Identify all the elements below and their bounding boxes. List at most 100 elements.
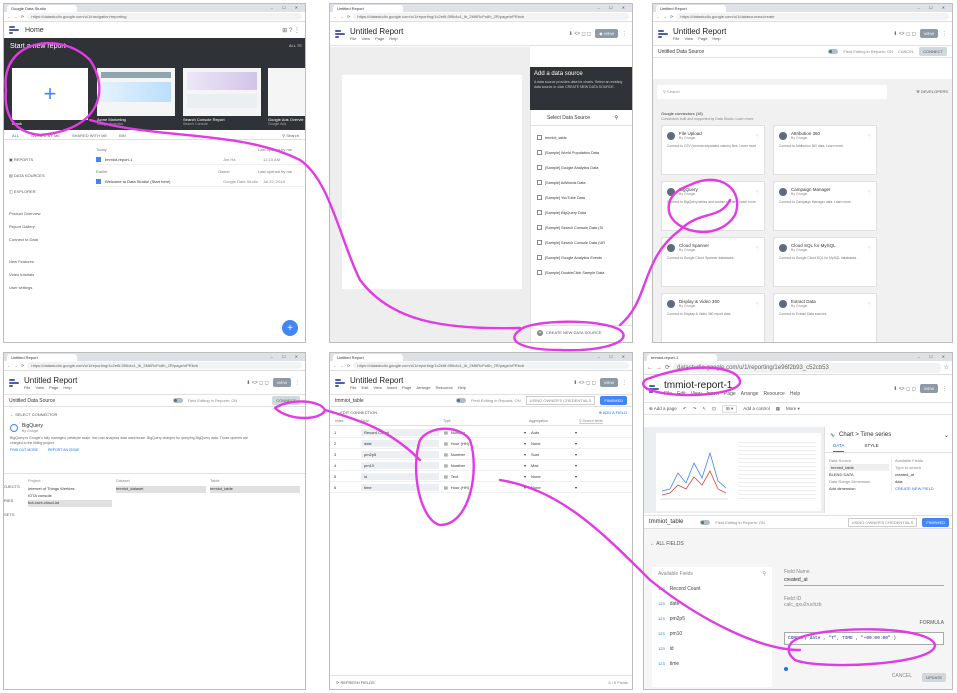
field-type[interactable]: ▤ Hour (HH) ▾ [444, 441, 526, 446]
more-vert-icon[interactable]: ⋮ [755, 133, 759, 138]
table-row[interactable]: 5 id ▤ Text ▾ None ▾ [330, 472, 632, 482]
url-field[interactable]: https://datastudio.google.com/u/1/naviga… [27, 13, 302, 20]
connector-card[interactable]: Cloud SQL for MySQL By Google ⋮ Connect to … [773, 237, 877, 287]
data-source-title[interactable]: tmmiot_table [649, 519, 683, 525]
nav-item-data-sources[interactable]: ▤ DATA SOURCES [9, 173, 89, 189]
forward-icon[interactable]: → [14, 363, 18, 368]
more-vert-icon[interactable]: ⋮ [867, 189, 871, 194]
menu-item[interactable]: File [664, 391, 672, 397]
data-source-chip[interactable]: tmmiot_table [829, 464, 889, 471]
zoom-icon[interactable]: ⊡ [712, 406, 716, 412]
list-item[interactable]: date [895, 478, 952, 485]
list-item[interactable]: 123 pm2p5 [652, 611, 772, 626]
list-item[interactable]: created_at [895, 471, 952, 478]
list-item[interactable]: IOTA console [28, 493, 112, 500]
list-item[interactable]: 123 pm10 [652, 626, 772, 641]
nav-item-features[interactable]: New Features [9, 259, 89, 272]
list-item[interactable]: [Sample] BigQuery Data [537, 205, 628, 220]
more-vert-icon[interactable]: ⋮ [755, 189, 759, 194]
tab-bin[interactable]: BIN [119, 133, 126, 138]
blend-data-button[interactable]: BLEND DATA [829, 471, 889, 478]
report-title[interactable]: Untitled Report [350, 376, 466, 385]
nav-item-gallery[interactable]: Report Gallery [9, 224, 89, 237]
window-controls[interactable]: – ☐ ✕ [918, 5, 949, 10]
window-controls[interactable]: – ☐ ✕ [271, 5, 302, 10]
view-button[interactable]: ◉ VIEW [595, 29, 618, 38]
window-controls[interactable]: – ☐ ✕ [598, 354, 629, 359]
field-aggregation[interactable]: None ▾ [531, 485, 577, 490]
browser-tab[interactable]: tmmiot-report-1 [647, 354, 717, 361]
forward-icon[interactable]: → [340, 363, 344, 368]
field-type[interactable]: ▤ Number ▾ [444, 452, 526, 457]
toolbar-icons[interactable]: ⬇ <> ◻ ◻ [569, 31, 592, 37]
forward-icon[interactable]: → [656, 365, 662, 371]
field-name[interactable]: pm10 [361, 462, 439, 469]
field-aggregation[interactable]: Max ▾ [531, 463, 577, 468]
formula-input[interactable]: CONCAT( date , "T", TIME , "+00:00:00" ) [784, 632, 944, 645]
reload-icon[interactable]: ⟳ [21, 363, 24, 368]
table-row[interactable]: 6 time ▤ Hour (HH) ▾ None ▾ [330, 483, 632, 493]
nav-item-settings[interactable]: User settings [9, 285, 89, 298]
list-item[interactable]: 123 date [652, 596, 772, 611]
menu-page[interactable]: Page [49, 385, 58, 390]
menu-help[interactable]: Help [389, 36, 397, 41]
header-icons[interactable]: ⊞ ? ⋮ [282, 27, 300, 34]
menu-item[interactable]: Edit [361, 385, 368, 390]
url-field[interactable]: https://datastudio.google.com/u/1/report… [27, 362, 302, 369]
menu-view[interactable]: View [684, 36, 693, 41]
menu-item[interactable]: Page [724, 391, 736, 397]
menu-file[interactable]: File [350, 36, 356, 41]
field-type[interactable]: ▤ Hour (HH) ▾ [444, 485, 526, 490]
view-button[interactable]: VIEW [919, 384, 938, 393]
reload-icon[interactable]: ⟳ [670, 14, 673, 19]
add-dimension-button[interactable]: Add dimension [829, 485, 889, 492]
connector-search-input[interactable]: ⚲ Search [657, 85, 887, 99]
toolbar-icons[interactable]: ⬇ <> ◻ ◻ [893, 386, 916, 392]
menu-item[interactable]: Arrange [741, 391, 759, 397]
list-item[interactable]: [Sample] AdWords Data [537, 175, 628, 190]
add-page-button[interactable]: ⊕ Add a page [649, 406, 677, 412]
report-title[interactable]: Untitled Report [24, 376, 77, 385]
table-row[interactable]: 2 date ▤ Hour (HH) ▾ None ▾ [330, 439, 632, 449]
connector-card[interactable]: Campaign Manager By Google ⋮ Connect to Cam… [773, 181, 877, 231]
template-thumb[interactable] [97, 68, 175, 116]
select-icon[interactable]: ↖ [702, 406, 706, 412]
nav-item[interactable]: OJECTS [4, 480, 24, 494]
share-icon[interactable]: ⋮ [942, 31, 947, 37]
list-item[interactable]: [Sample] Search Console Data (UR [537, 235, 628, 250]
finished-button[interactable]: FINISHED [600, 396, 627, 405]
field-aggregation[interactable]: None ▾ [531, 474, 577, 479]
credentials-button[interactable]: USING OWNER'S CREDENTIALS [847, 517, 918, 527]
nav-item-reports[interactable]: ▣ REPORTS [9, 157, 89, 173]
share-icon[interactable]: ⋮ [295, 380, 300, 386]
template-thumb[interactable] [183, 68, 261, 116]
menu-help[interactable]: Help [712, 36, 720, 41]
browser-tab[interactable]: Untitled Report [7, 354, 77, 361]
cancel-button[interactable]: CANCEL [892, 673, 912, 682]
window-controls[interactable]: – ☐ ✕ [271, 354, 302, 359]
browser-tab[interactable]: Untitled Report [656, 5, 726, 12]
report-title[interactable]: tmmiot-report-1 [664, 380, 800, 391]
toolbar-icons[interactable]: ⬇ <> ◻ ◻ [893, 31, 916, 37]
menu-item[interactable]: Resource [436, 385, 453, 390]
connector-card[interactable]: Extract Data By Google ⋮ Connect to Extract… [773, 293, 877, 342]
forward-icon[interactable]: → [663, 14, 667, 19]
field-editing-toggle[interactable] [456, 398, 467, 403]
nav-item-connect[interactable]: Connect to Data [9, 237, 89, 259]
list-item[interactable]: [Sample] YouTube Data [537, 190, 628, 205]
all-templates-link[interactable]: ALL TE [289, 43, 302, 48]
fab-add-button[interactable]: + [282, 320, 298, 336]
update-button[interactable]: UPDATE [922, 673, 946, 682]
menu-file[interactable]: File [24, 385, 30, 390]
toolbar-icons[interactable]: ⬇ <> ◻ ◻ [246, 380, 269, 386]
data-source-title[interactable]: Untitled Data Source [658, 49, 704, 55]
menu-item[interactable]: Help [458, 385, 466, 390]
list-item[interactable]: Internet of Things Werkies [28, 486, 112, 493]
url-field[interactable]: https://datastudio.google.com/u/1/report… [353, 13, 629, 20]
browser-tab[interactable]: Untitled Report [333, 354, 403, 361]
menu-view[interactable]: View [35, 385, 44, 390]
more-vert-icon[interactable]: ⋮ [867, 133, 871, 138]
menu-item[interactable]: Insert [706, 391, 719, 397]
menu-page[interactable]: Page [375, 36, 384, 41]
browser-tab[interactable]: Untitled Report [333, 5, 403, 12]
